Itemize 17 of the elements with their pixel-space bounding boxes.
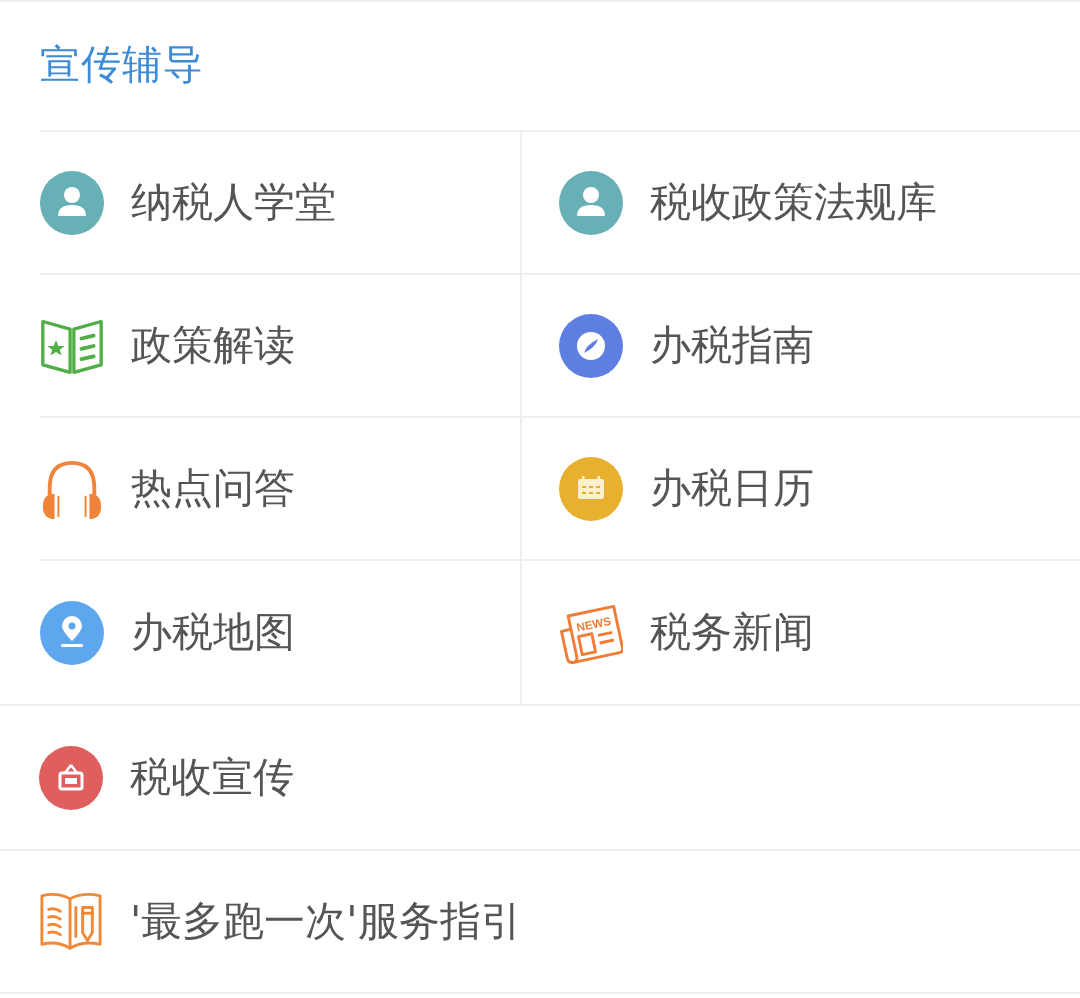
menu-item[interactable]: 税收政策法规库 <box>520 132 1080 275</box>
menu-item[interactable]: 热点问答 <box>40 418 520 561</box>
menu-item[interactable]: '最多跑一次'服务指引 <box>0 849 1080 994</box>
menu-item[interactable]: 办税指南 <box>520 275 1080 418</box>
person-icon <box>559 170 623 235</box>
section-title: 宣传辅导 <box>40 39 204 89</box>
menu-item[interactable]: 办税日历 <box>520 418 1080 561</box>
map-pin-icon <box>40 600 104 665</box>
calendar-icon <box>559 456 623 521</box>
person-icon <box>40 170 104 235</box>
menu-item[interactable]: NEWS 税务新闻 <box>520 561 1080 704</box>
compass-icon <box>559 313 623 378</box>
sign-icon <box>39 745 103 810</box>
menu-item[interactable]: 纳税人学堂 <box>40 132 520 275</box>
menu-item[interactable]: 办税地图 <box>40 561 520 704</box>
menu-item[interactable]: 税收宣传 <box>0 704 1080 849</box>
menu-item[interactable]: 政策解读 <box>40 275 520 418</box>
